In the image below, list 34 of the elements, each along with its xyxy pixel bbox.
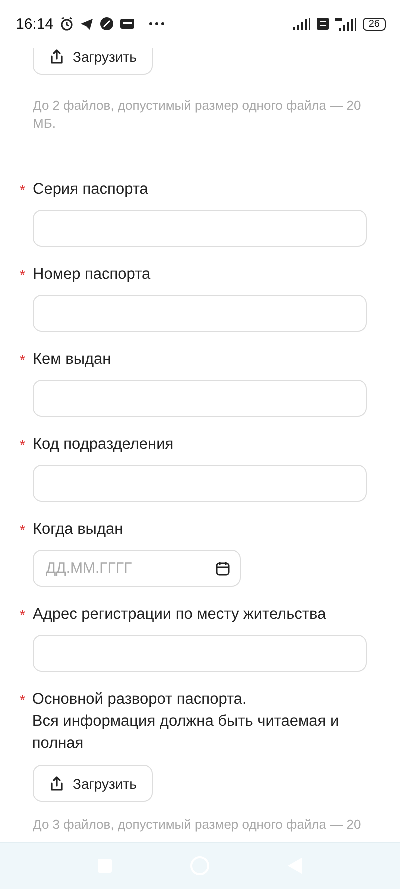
required-mark: * bbox=[20, 351, 26, 370]
upload-icon bbox=[49, 776, 66, 792]
required-mark: * bbox=[20, 521, 26, 540]
required-mark: * bbox=[20, 181, 26, 200]
input-field[interactable] bbox=[33, 210, 367, 247]
field-label: Серия паспорта bbox=[33, 180, 148, 200]
required-mark: * bbox=[20, 691, 26, 710]
battery-indicator: 26 bbox=[362, 18, 386, 30]
upload-button[interactable]: Загрузить bbox=[33, 48, 153, 75]
input-field[interactable] bbox=[33, 465, 367, 502]
alarm-icon bbox=[60, 17, 74, 31]
upload-hint: До 2 файлов, допустимый размер одного файла — 20 МБ. bbox=[33, 97, 362, 133]
required-mark: * bbox=[20, 606, 26, 625]
upload-hint: До 3 файлов, допустимый размер одного файла — 20 bbox=[33, 816, 362, 834]
field-label: Номер паспорта bbox=[33, 265, 151, 285]
input-field[interactable] bbox=[33, 635, 367, 672]
calendar-icon bbox=[216, 561, 230, 576]
more-icon bbox=[148, 22, 165, 26]
signal-icon bbox=[334, 18, 357, 30]
field-label: Кем выдан bbox=[33, 350, 112, 370]
upload-button[interactable]: Загрузить bbox=[33, 765, 153, 802]
required-mark: * bbox=[20, 266, 26, 285]
upload-icon bbox=[49, 48, 66, 64]
field-label: Код подразделения bbox=[33, 435, 174, 455]
field-label: Адрес регистрации по месту жительства bbox=[33, 605, 326, 625]
paper-plane-icon bbox=[80, 18, 94, 30]
field-label: Основной разворот паспорта. Вся информация должна быть читаемая и полная bbox=[32, 690, 340, 754]
field-label: Когда выдан bbox=[33, 520, 124, 540]
signal-icon bbox=[292, 18, 311, 30]
status-time: 16:14 bbox=[16, 16, 54, 32]
input-field[interactable] bbox=[33, 380, 367, 417]
required-mark: * bbox=[20, 436, 26, 455]
input-field[interactable] bbox=[33, 295, 367, 332]
date-field[interactable]: ДД.ММ.ГГГГ bbox=[33, 550, 241, 587]
